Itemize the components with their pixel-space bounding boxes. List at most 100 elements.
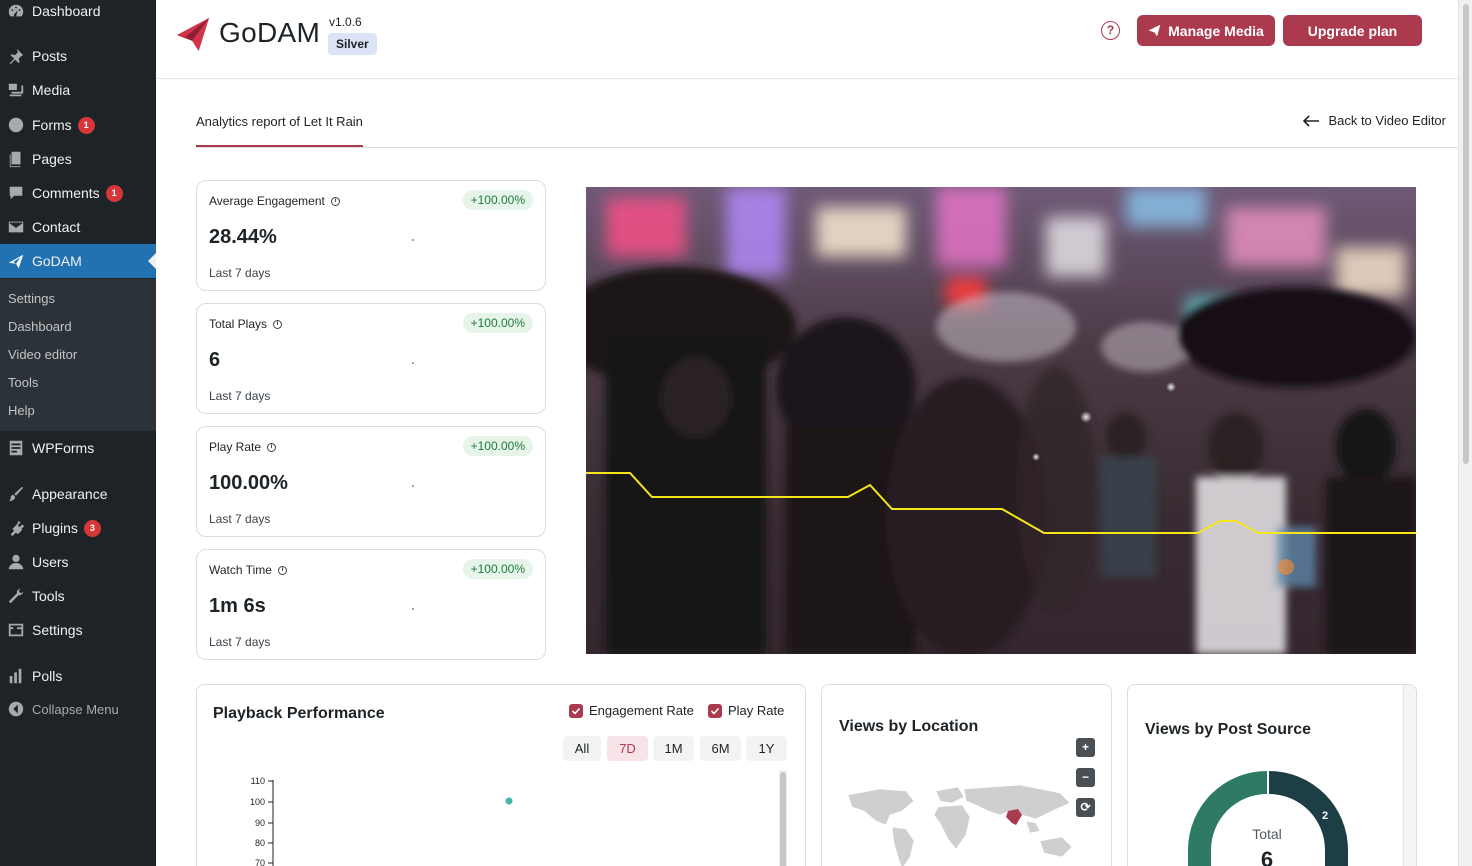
plugin-header: GoDAM v1.0.6 Silver ? Manage Media Upgra… — [156, 0, 1458, 79]
collapse-menu-button[interactable]: Collapse Menu — [0, 692, 156, 726]
settings-icon — [0, 621, 32, 639]
sidebar-item-comments[interactable]: Comments 1 — [0, 176, 156, 210]
upgrade-plan-button[interactable]: Upgrade plan — [1283, 15, 1422, 46]
segment-value-label: 2 — [1322, 810, 1328, 822]
submenu-video-editor[interactable]: Video editor — [0, 341, 156, 369]
sidebar-item-label: Collapse Menu — [32, 701, 119, 717]
playback-chart: 110 100 90 80 70 — [250, 770, 787, 866]
submenu-tools[interactable]: Tools — [0, 369, 156, 397]
sidebar-item-pages[interactable]: Pages — [0, 142, 156, 176]
tab-analytics-report[interactable]: Analytics report of Let It Rain — [196, 114, 363, 147]
sidebar-item-appearance[interactable]: Appearance — [0, 477, 156, 511]
arrow-left-icon — [1303, 114, 1320, 127]
godam-icon — [0, 252, 32, 270]
help-icon[interactable]: ? — [1101, 21, 1120, 40]
sidebar-item-label: Plugins — [32, 520, 78, 536]
sidebar-item-media[interactable]: Media — [0, 73, 156, 107]
page-scrollbar[interactable] — [1458, 0, 1472, 866]
range-1m-button[interactable]: 1M — [653, 736, 694, 761]
range-1y-button[interactable]: 1Y — [746, 736, 787, 761]
sidebar-item-label: WPForms — [32, 440, 95, 456]
y-tick-label: 90 — [255, 818, 265, 828]
metric-card-total-plays: Total Plays i +100.00% 6 Last 7 days — [196, 303, 546, 414]
sparkline — [412, 362, 414, 364]
sidebar-item-label: Pages — [32, 151, 72, 167]
forms-icon — [0, 116, 32, 134]
y-tick-label: 100 — [250, 797, 265, 807]
sidebar-item-label: Appearance — [32, 486, 108, 502]
sidebar-item-label: Comments — [32, 185, 100, 201]
sidebar-item-settings[interactable]: Settings — [0, 613, 156, 647]
panel-scrollbar[interactable] — [1403, 685, 1416, 866]
info-icon[interactable]: i — [273, 319, 283, 329]
world-map[interactable] — [840, 781, 1080, 866]
media-icon — [0, 81, 32, 99]
manage-media-button[interactable]: Manage Media — [1137, 15, 1275, 46]
metric-value: 1m 6s — [209, 595, 266, 617]
submenu-dashboard[interactable]: Dashboard — [0, 313, 156, 341]
change-badge: +100.00% — [462, 313, 533, 333]
brush-icon — [0, 485, 32, 503]
zoom-in-button[interactable]: + — [1076, 738, 1095, 757]
playback-performance-panel: Playback Performance Engagement Rate Pla… — [196, 684, 806, 866]
play-rate-checkbox[interactable]: Play Rate — [708, 703, 784, 718]
godam-submenu: Settings Dashboard Video editor Tools He… — [0, 279, 156, 431]
sparkline — [412, 608, 414, 610]
panel-title: Views by Location — [839, 718, 979, 735]
godam-logo-icon — [176, 17, 210, 52]
y-tick-label: 70 — [255, 858, 265, 866]
video-preview[interactable] — [586, 187, 1416, 654]
submenu-settings[interactable]: Settings — [0, 285, 156, 313]
info-icon[interactable]: i — [330, 196, 340, 206]
sidebar-item-plugins[interactable]: Plugins 3 — [0, 511, 156, 545]
checkbox-checked-icon — [708, 703, 722, 718]
metric-card-play-rate: Play Rate i +100.00% 100.00% Last 7 days — [196, 426, 546, 537]
notification-badge: 1 — [77, 116, 95, 134]
metric-period: Last 7 days — [209, 635, 271, 649]
info-icon[interactable]: i — [277, 565, 287, 575]
comment-icon — [0, 184, 32, 202]
submenu-help[interactable]: Help — [0, 397, 156, 425]
collapse-icon — [0, 700, 32, 718]
back-to-video-editor-link[interactable]: Back to Video Editor — [1303, 113, 1446, 128]
mail-icon — [0, 218, 32, 236]
back-link-label: Back to Video Editor — [1328, 113, 1446, 128]
notification-badge: 3 — [83, 519, 101, 537]
range-all-button[interactable]: All — [563, 736, 601, 761]
bar-chart-icon — [0, 667, 32, 685]
sidebar-item-label: Media — [32, 82, 71, 98]
admin-sidebar: Dashboard Posts Media Forms 1 Pages Comm… — [0, 0, 156, 866]
range-6m-button[interactable]: 6M — [700, 736, 741, 761]
sidebar-item-wpforms[interactable]: WPForms — [0, 431, 156, 465]
sidebar-item-users[interactable]: Users — [0, 545, 156, 579]
sidebar-item-godam[interactable]: GoDAM — [0, 244, 156, 278]
metric-period: Last 7 days — [209, 266, 271, 280]
sidebar-item-forms[interactable]: Forms 1 — [0, 108, 156, 142]
sidebar-item-polls[interactable]: Polls — [0, 659, 156, 693]
legend-label: Play Rate — [728, 703, 785, 718]
views-by-post-source-panel: Views by Post Source 2 Total 6 — [1127, 684, 1417, 866]
page-scrollbar-thumb[interactable] — [1463, 4, 1469, 464]
data-point[interactable] — [505, 797, 513, 805]
range-7d-button[interactable]: 7D — [607, 736, 648, 761]
sidebar-item-label: Dashboard — [32, 3, 101, 19]
donut-center-label: Total — [1252, 826, 1282, 842]
sidebar-item-contact[interactable]: Contact — [0, 210, 156, 244]
panel-title: Views by Post Source — [1145, 721, 1311, 738]
metric-period: Last 7 days — [209, 512, 271, 526]
info-icon[interactable]: i — [267, 442, 277, 452]
metric-value: 100.00% — [209, 472, 288, 494]
sidebar-item-label: Posts — [32, 48, 68, 64]
india-region[interactable] — [1006, 809, 1022, 825]
dashboard-icon — [0, 2, 32, 20]
plugin-icon — [0, 519, 32, 537]
sidebar-item-posts[interactable]: Posts — [0, 39, 156, 73]
sidebar-item-tools[interactable]: Tools — [0, 579, 156, 613]
sidebar-item-dashboard[interactable]: Dashboard — [0, 0, 156, 28]
wpforms-icon — [0, 439, 32, 457]
user-icon — [0, 553, 32, 571]
chart-scrollbar-thumb[interactable] — [780, 772, 786, 866]
engagement-rate-checkbox[interactable]: Engagement Rate — [569, 703, 694, 718]
sidebar-item-label: Users — [32, 554, 69, 570]
sparkline — [412, 239, 414, 241]
